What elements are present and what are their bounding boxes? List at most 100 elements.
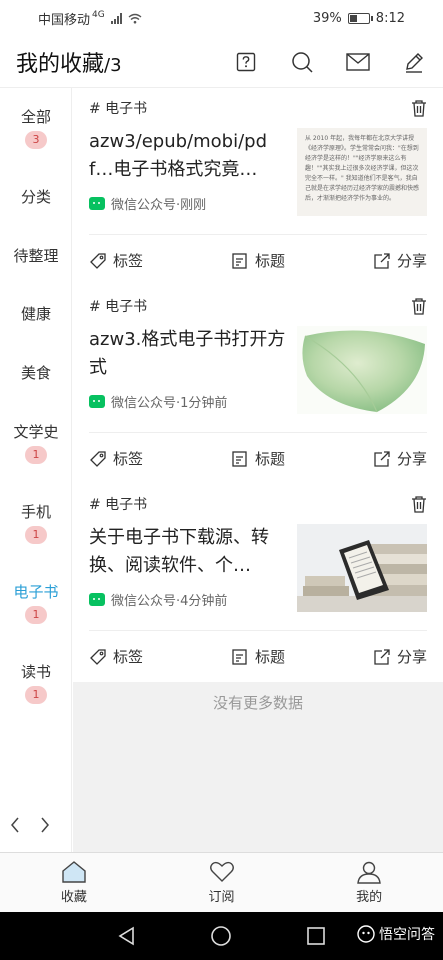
article-thumbnail[interactable]: 从 2010 年起，我每年都在北京大学讲授《经济学原理》。学生常常会问我："在想… (297, 128, 427, 216)
no-more-data-label: 没有更多数据 (212, 694, 303, 712)
share-icon (374, 450, 390, 467)
network-label: 4G (92, 10, 105, 20)
favorite-count: /3 (104, 54, 122, 76)
help-icon[interactable] (233, 49, 259, 75)
edit-title-icon (232, 648, 247, 665)
count-badge: 1 (25, 446, 47, 464)
favorite-card[interactable]: # 电子书 关于电子书下载源、转换、阅读软件、个… 微信公众号·4分钟前 标签 … (73, 484, 443, 682)
article-thumbnail[interactable] (297, 524, 427, 612)
wechat-icon (89, 197, 105, 210)
favorite-card[interactable]: # 电子书 azw3/epub/mobi/pdf…电子书格式究竟… 微信公众号·… (73, 88, 443, 286)
tag-button[interactable]: 标签 (89, 646, 143, 667)
card-tag[interactable]: # 电子书 (89, 296, 147, 316)
tab-label: 收藏 (60, 890, 87, 905)
count-badge: 3 (25, 131, 47, 149)
back-icon[interactable] (117, 926, 137, 946)
sidebar-item-ebook[interactable]: 电子书 1 (0, 581, 72, 624)
title-button-label: 标题 (254, 648, 285, 666)
share-button-label: 分享 (396, 450, 427, 468)
watermark: 悟空问答 (357, 924, 435, 944)
page-title-text: 我的收藏 (16, 51, 105, 77)
chevron-left-icon[interactable] (10, 816, 20, 834)
tag-button[interactable]: 标签 (89, 448, 143, 469)
edit-title-icon (232, 450, 247, 467)
wifi-icon (128, 13, 142, 23)
card-tag[interactable]: # 电子书 (89, 494, 147, 514)
search-icon[interactable] (289, 49, 315, 75)
title-button[interactable]: 标题 (231, 646, 285, 667)
carrier-label: 中国移动 (38, 12, 91, 28)
article-thumbnail[interactable] (297, 326, 427, 414)
tag-button-label: 标签 (113, 648, 144, 666)
tab-subscribe[interactable]: 订阅 (148, 853, 296, 912)
share-icon (374, 252, 390, 269)
share-button-label: 分享 (396, 648, 427, 666)
clock: 8:12 (375, 10, 405, 26)
recent-apps-icon[interactable] (306, 926, 326, 946)
thumbnail-text: 从 2010 年起，我每年都在北京大学讲授《经济学原理》。学生常常会问我："在想… (305, 135, 420, 202)
page-title: 我的收藏/3 (16, 46, 122, 78)
sidebar-item-label: 待整理 (13, 247, 59, 265)
tab-favorites[interactable]: 收藏 (0, 853, 148, 912)
favorite-card[interactable]: # 电子书 azw3.格式电子书打开方式 微信公众号·1分钟前 标签 标题 分享 (73, 286, 443, 484)
mail-icon[interactable] (345, 49, 371, 75)
signal-icon (110, 12, 122, 24)
wechat-icon (89, 395, 105, 408)
app-header: 我的收藏/3 (0, 36, 443, 88)
wukong-logo-icon (357, 925, 375, 943)
tag-icon (90, 252, 106, 269)
favorites-list: # 电子书 azw3/epub/mobi/pdf…电子书格式究竟… 微信公众号·… (73, 88, 443, 852)
sidebar-item-label: 读书 (20, 663, 51, 681)
count-badge: 1 (25, 526, 47, 544)
share-button-label: 分享 (396, 252, 427, 270)
share-button[interactable]: 分享 (373, 250, 427, 271)
tab-mine[interactable]: 我的 (295, 853, 443, 912)
card-source: 微信公众号·1分钟前 (111, 396, 228, 411)
tag-button[interactable]: 标签 (89, 250, 143, 271)
card-source: 微信公众号·4分钟前 (111, 594, 228, 609)
wechat-icon (89, 593, 105, 606)
card-title[interactable]: azw3.格式电子书打开方式 (89, 326, 287, 382)
trash-icon[interactable] (411, 495, 427, 513)
title-button-label: 标题 (254, 252, 285, 270)
tag-button-label: 标签 (113, 252, 144, 270)
share-button[interactable]: 分享 (373, 448, 427, 469)
chevron-right-icon[interactable] (40, 816, 50, 834)
battery-percent: 39% (312, 10, 342, 26)
sidebar-pager (10, 816, 50, 834)
sidebar-item-health[interactable]: 健康 (0, 303, 72, 324)
share-icon (374, 648, 390, 665)
bottom-tab-bar: 收藏 订阅 我的 (0, 852, 443, 912)
sidebar-item-label: 文学史 (13, 423, 59, 441)
count-badge: 1 (25, 606, 47, 624)
sidebar-item-food[interactable]: 美食 (0, 362, 72, 383)
sidebar-item-phone[interactable]: 手机 1 (0, 501, 72, 544)
sidebar-item-literary-history[interactable]: 文学史 1 (0, 421, 72, 464)
card-title[interactable]: azw3/epub/mobi/pdf…电子书格式究竟… (89, 128, 287, 184)
battery-icon (347, 12, 373, 24)
sidebar-item-all[interactable]: 全部 3 (0, 106, 72, 149)
card-source: 微信公众号·刚刚 (111, 198, 207, 213)
trash-icon[interactable] (411, 99, 427, 117)
sidebar-item-to-organize[interactable]: 待整理 (0, 245, 72, 266)
user-icon (357, 861, 381, 884)
status-bar: 中国移动 4G 39% 8:12 (0, 0, 443, 36)
home-button-icon[interactable] (210, 925, 232, 947)
sidebar-item-category[interactable]: 分类 (0, 186, 72, 207)
edit-title-icon (232, 252, 247, 269)
edit-icon[interactable] (401, 49, 427, 75)
sidebar-item-reading[interactable]: 读书 1 (0, 661, 72, 704)
title-button[interactable]: 标题 (231, 448, 285, 469)
share-button[interactable]: 分享 (373, 646, 427, 667)
trash-icon[interactable] (411, 297, 427, 315)
tag-icon (90, 450, 106, 467)
sidebar-item-label: 分类 (20, 188, 51, 206)
card-tag[interactable]: # 电子书 (89, 98, 147, 118)
watermark-text: 悟空问答 (379, 927, 435, 943)
home-icon (62, 861, 86, 883)
sidebar-item-label: 健康 (20, 305, 51, 323)
tab-label: 订阅 (208, 890, 235, 905)
card-title[interactable]: 关于电子书下载源、转换、阅读软件、个… (89, 524, 287, 580)
title-button[interactable]: 标题 (231, 250, 285, 271)
title-button-label: 标题 (254, 450, 285, 468)
